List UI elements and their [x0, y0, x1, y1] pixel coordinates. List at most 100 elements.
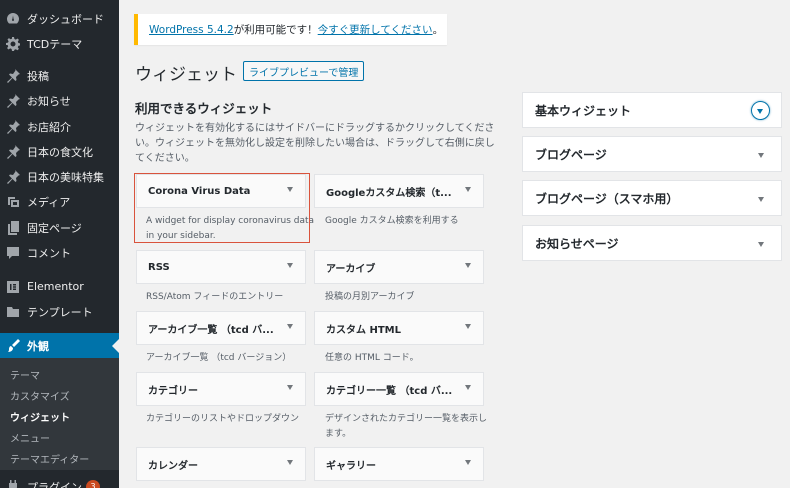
widget-gallery[interactable]: ギャラリー — [314, 447, 484, 481]
widget-area-title: 基本ウィジェット — [535, 103, 632, 118]
chevron-down-icon — [757, 109, 763, 114]
chevron-down-icon[interactable] — [758, 197, 764, 202]
widget-calendar[interactable]: カレンダー — [136, 447, 306, 481]
menu-elementor[interactable]: Elementor — [0, 274, 119, 299]
chevron-down-icon[interactable] — [287, 385, 293, 390]
widget-title: カテゴリー一覧 （tcd バ... — [326, 385, 453, 397]
menu-label: 日本の美味特集 — [27, 170, 104, 184]
admin-sidebar: ダッシュボード TCDテーマ 投稿 お知らせ お店紹介 日本の食文化 日本の美味… — [0, 0, 119, 488]
menu-label: TCDテーマ — [27, 37, 83, 51]
submenu-themes[interactable]: テーマ — [10, 367, 40, 382]
dashboard-icon — [6, 12, 20, 26]
chevron-down-icon[interactable] — [758, 153, 764, 158]
menu-delicacies[interactable]: 日本の美味特集 — [0, 164, 119, 189]
active-indicator — [112, 339, 119, 353]
brush-icon — [6, 338, 20, 353]
widget-title: ギャラリー — [326, 460, 376, 472]
widget-title: アーカイブ一覧 （tcd バ... — [148, 324, 274, 336]
pin-icon — [6, 169, 20, 184]
widget-area-news[interactable]: お知らせページ — [522, 225, 782, 261]
chevron-down-icon[interactable] — [287, 324, 293, 329]
widget-description: 任意の HTML コード。 — [325, 353, 419, 363]
menu-label: お知らせ — [27, 94, 71, 108]
menu-label: 固定ページ — [27, 221, 82, 235]
available-widgets-description: ウィジェットを有効化するにはサイドバーにドラッグするかクリックしてください。ウィ… — [135, 123, 495, 164]
chevron-down-icon[interactable] — [287, 263, 293, 268]
submenu-menus[interactable]: メニュー — [10, 430, 50, 445]
menu-comments[interactable]: コメント — [0, 240, 119, 265]
chevron-down-icon[interactable] — [287, 460, 293, 465]
menu-appearance[interactable]: 外観 — [0, 333, 119, 358]
widget-google-custom-search[interactable]: Googleカスタム検索（t... — [314, 174, 484, 208]
widget-custom-html[interactable]: カスタム HTML — [314, 311, 484, 345]
update-count-badge: 3 — [86, 479, 100, 488]
widget-area-title: ブログページ（スマホ用） — [535, 191, 679, 206]
widget-description: Google カスタム検索を利用する — [325, 216, 459, 226]
widget-description: デザインされたカテゴリー一覧を表示します。 — [325, 414, 488, 439]
comment-icon — [6, 246, 20, 260]
plugin-icon — [6, 479, 20, 488]
pin-icon — [6, 119, 20, 134]
widget-title: カレンダー — [148, 460, 198, 472]
menu-label: 日本の食文化 — [27, 145, 93, 159]
chevron-down-icon[interactable] — [465, 324, 471, 329]
notice-end: 。 — [432, 24, 444, 36]
menu-dashboard[interactable]: ダッシュボード — [0, 6, 119, 31]
manage-live-preview-button[interactable]: ライブプレビューで管理 — [243, 61, 365, 81]
widget-title: カテゴリー — [148, 385, 198, 397]
widget-archives[interactable]: アーカイブ — [314, 250, 484, 284]
widget-rss[interactable]: RSS — [136, 250, 306, 284]
update-now-link[interactable]: 今すぐ更新してください — [318, 22, 433, 37]
chevron-down-icon[interactable] — [758, 242, 764, 247]
notice-text: が利用可能です！ — [233, 24, 318, 36]
menu-food-culture[interactable]: 日本の食文化 — [0, 139, 119, 164]
widget-title: RSS — [148, 261, 170, 273]
wordpress-version-link[interactable]: WordPress 5.4.2 — [149, 24, 234, 36]
submenu-widgets[interactable]: ウィジェット — [10, 409, 70, 424]
menu-label: テンプレート — [27, 305, 93, 319]
menu-posts[interactable]: 投稿 — [0, 63, 119, 88]
menu-tcd-theme[interactable]: TCDテーマ — [0, 31, 119, 56]
menu-label: Elementor — [27, 280, 84, 293]
widget-area-title: お知らせページ — [535, 236, 619, 251]
menu-shops[interactable]: お店紹介 — [0, 114, 119, 139]
submenu-theme-editor[interactable]: テーマエディター — [10, 451, 89, 466]
elementor-icon — [6, 280, 20, 294]
widget-area-title: ブログページ — [535, 147, 607, 162]
menu-label: コメント — [27, 246, 71, 260]
widget-area-basic[interactable]: 基本ウィジェット — [522, 92, 782, 128]
update-notice: WordPress 5.4.2 が利用可能です！ 今すぐ更新してください。 — [134, 14, 447, 45]
chevron-down-icon[interactable] — [465, 385, 471, 390]
widget-title: カスタム HTML — [326, 324, 401, 336]
menu-label: ダッシュボード — [27, 12, 104, 26]
pin-icon — [6, 144, 20, 159]
menu-pages[interactable]: 固定ページ — [0, 215, 119, 240]
menu-media[interactable]: メディア — [0, 189, 119, 214]
widget-area-blog[interactable]: ブログページ — [522, 136, 782, 172]
chevron-down-icon[interactable] — [465, 460, 471, 465]
page-title: ウィジェット — [135, 65, 237, 85]
menu-templates[interactable]: テンプレート — [0, 299, 119, 324]
menu-label: お店紹介 — [27, 120, 71, 134]
pin-icon — [6, 93, 20, 108]
menu-label: プラグイン — [27, 480, 82, 488]
widget-archive-list-tcd[interactable]: アーカイブ一覧 （tcd バ... — [136, 311, 306, 345]
highlight-box — [134, 173, 310, 243]
media-icon — [6, 195, 20, 209]
menu-label: メディア — [27, 195, 71, 209]
menu-news[interactable]: お知らせ — [0, 88, 119, 113]
menu-plugins[interactable]: プラグイン 3 — [0, 474, 119, 488]
pin-icon — [6, 68, 20, 83]
widget-categories[interactable]: カテゴリー — [136, 372, 306, 406]
widget-description: RSS/Atom フィードのエントリー — [146, 292, 284, 302]
widget-description: 投稿の月別アーカイブ — [325, 292, 415, 302]
submenu-customize[interactable]: カスタマイズ — [10, 388, 70, 403]
widget-title: アーカイブ — [326, 263, 376, 275]
toggle-icon[interactable] — [751, 101, 770, 120]
chevron-down-icon[interactable] — [465, 187, 471, 192]
widget-description: アーカイブ一覧 （tcd バージョン） — [146, 353, 292, 363]
widget-area-blog-mobile[interactable]: ブログページ（スマホ用） — [522, 180, 782, 216]
widget-category-list-tcd[interactable]: カテゴリー一覧 （tcd バ... — [314, 372, 484, 406]
chevron-down-icon[interactable] — [465, 263, 471, 268]
appearance-submenu: テーマ カスタマイズ ウィジェット メニュー テーマエディター — [0, 358, 119, 470]
